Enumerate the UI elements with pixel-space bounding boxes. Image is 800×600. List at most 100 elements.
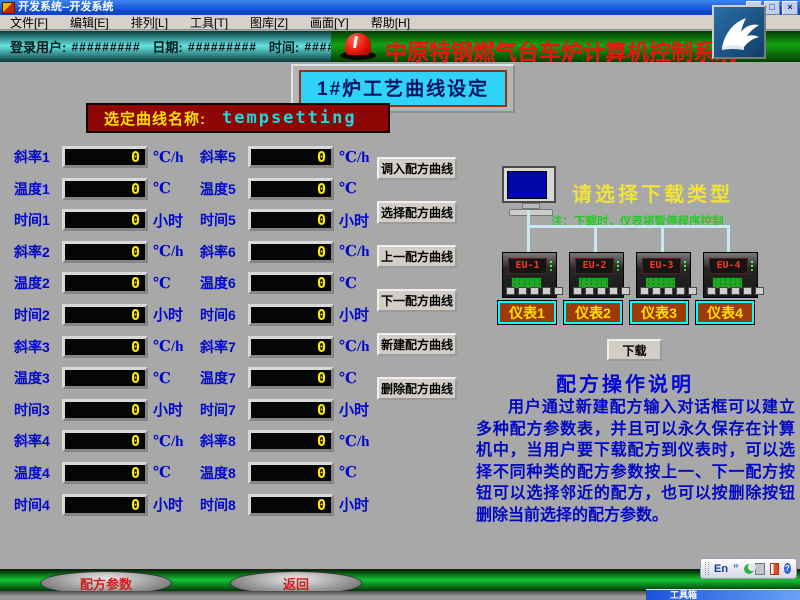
curve-name-value: tempsetting	[222, 108, 357, 128]
param-unit: 小时	[153, 304, 183, 325]
param-label: 时间5	[200, 210, 248, 230]
ime-pad-icon[interactable]	[770, 563, 779, 575]
close-button[interactable]: ×	[782, 1, 798, 15]
param-value-input[interactable]: 0	[62, 336, 148, 358]
next-recipe-button[interactable]: 下一配方曲线	[377, 289, 457, 312]
param-value-input[interactable]: 0	[248, 494, 334, 516]
instrument-display: EU-1	[508, 258, 547, 274]
param-value-input[interactable]: 0	[62, 304, 148, 326]
param-value-input[interactable]: 0	[62, 178, 148, 200]
param-label: 斜率8	[200, 431, 248, 451]
instrument-eu1-icon: EU-1	[502, 252, 557, 298]
param-value-input[interactable]: 0	[62, 209, 148, 231]
param-label: 温度3	[14, 368, 62, 388]
param-value-input[interactable]: 0	[62, 430, 148, 452]
param-row: 时间60小时	[200, 304, 369, 326]
new-recipe-button[interactable]: 新建配方曲线	[377, 333, 457, 356]
menu-bar: 文件[F] 编辑[E] 排列[L] 工具[T] 图库[Z] 画面[Y] 帮助[H…	[0, 15, 800, 30]
param-label: 温度8	[200, 463, 248, 483]
prev-recipe-button[interactable]: 上一配方曲线	[377, 245, 457, 268]
param-value-input[interactable]: 0	[62, 367, 148, 389]
param-row: 时间70小时	[200, 399, 369, 421]
instrument-row: EU-1 EU-2 EU-3 EU-4	[502, 252, 758, 298]
param-row: 斜率10℃/h	[14, 146, 183, 168]
param-row: 斜率70℃/h	[200, 336, 369, 358]
network-line	[527, 225, 730, 228]
menu-screen[interactable]: 画面[Y]	[310, 14, 349, 31]
instructions-body: 用户通过新建配方输入对话框可以建立多种配方参数表，并且可以永久保存在计算机中，当…	[476, 397, 795, 526]
meter4-button[interactable]: 仪表4	[696, 301, 754, 324]
param-label: 温度6	[200, 273, 248, 293]
menu-gallery[interactable]: 图库[Z]	[250, 14, 288, 31]
menu-help[interactable]: 帮助[H]	[371, 14, 410, 31]
param-value-input[interactable]: 0	[248, 241, 334, 263]
network-line	[527, 228, 530, 252]
param-unit: ℃	[339, 179, 357, 198]
param-label: 时间1	[14, 210, 62, 230]
delete-recipe-button[interactable]: 删除配方曲线	[377, 377, 457, 400]
param-unit: ℃/h	[339, 148, 369, 167]
menu-edit[interactable]: 编辑[E]	[70, 14, 109, 31]
param-row: 时间20小时	[14, 304, 183, 326]
param-label: 斜率4	[14, 431, 62, 451]
param-row: 温度40℃	[14, 462, 183, 484]
param-label: 斜率3	[14, 337, 62, 357]
soft-keyboard-icon[interactable]	[755, 563, 765, 575]
param-value-input[interactable]: 0	[62, 462, 148, 484]
param-unit: 小时	[339, 210, 369, 231]
toolbox-window-titlebar[interactable]: 工具箱	[646, 589, 800, 600]
param-row: 斜率80 ℃/h	[200, 430, 369, 452]
param-value-input[interactable]: 0	[62, 146, 148, 168]
download-button[interactable]: 下载	[607, 339, 662, 361]
ime-marks-icon[interactable]: ”	[733, 565, 739, 573]
param-unit: ℃	[153, 369, 171, 388]
param-label: 时间6	[200, 305, 248, 325]
computer-icon	[502, 166, 560, 216]
param-value-input[interactable]: 0	[62, 399, 148, 421]
param-value-input[interactable]: 0	[248, 462, 334, 484]
param-label: 时间2	[14, 305, 62, 325]
param-row: 时间50小时	[200, 209, 369, 231]
param-value-input[interactable]: 0	[248, 178, 334, 200]
param-value-input[interactable]: 0	[62, 494, 148, 516]
param-value-input[interactable]: 0	[248, 367, 334, 389]
param-unit: 小时	[339, 304, 369, 325]
param-label: 温度5	[200, 179, 248, 199]
param-unit: ℃/h	[339, 432, 369, 451]
param-unit: 小时	[153, 399, 183, 420]
param-label: 时间7	[200, 400, 248, 420]
param-row: 温度10℃	[14, 178, 183, 200]
param-label: 温度7	[200, 368, 248, 388]
param-value-input[interactable]: 0	[62, 272, 148, 294]
param-value-input[interactable]: 0	[62, 241, 148, 263]
recipe-button-column: 调入配方曲线 选择配方曲线 上一配方曲线 下一配方曲线 新建配方曲线 删除配方曲…	[377, 157, 457, 400]
login-user-label: 登录用户:	[10, 37, 66, 56]
param-value-input[interactable]: 0	[248, 146, 334, 168]
meter2-button[interactable]: 仪表2	[564, 301, 622, 324]
param-value-input[interactable]: 0	[248, 336, 334, 358]
param-label: 温度4	[14, 463, 62, 483]
param-value-input[interactable]: 0	[248, 304, 334, 326]
menu-arrange[interactable]: 排列[L]	[131, 14, 168, 31]
param-value-input[interactable]: 0	[248, 430, 334, 452]
param-value-input[interactable]: 0	[248, 209, 334, 231]
help-icon[interactable]: ?	[784, 563, 791, 574]
param-value-input[interactable]: 0	[248, 272, 334, 294]
load-recipe-button[interactable]: 调入配方曲线	[377, 157, 457, 180]
menu-file[interactable]: 文件[F]	[10, 14, 48, 31]
param-label: 温度1	[14, 179, 62, 199]
param-row: 温度20℃	[14, 272, 183, 294]
instrument-display: EU-4	[709, 258, 748, 274]
ime-mode-icon[interactable]	[744, 564, 751, 574]
param-value-input[interactable]: 0	[248, 399, 334, 421]
language-bar-grip[interactable]	[705, 562, 709, 575]
meter3-button[interactable]: 仪表3	[630, 301, 688, 324]
menu-tools[interactable]: 工具[T]	[190, 14, 228, 31]
meter1-button[interactable]: 仪表1	[498, 301, 556, 324]
application-window: 开发系统--开发系统 – □ × 文件[F] 编辑[E] 排列[L] 工具[T]…	[0, 0, 800, 600]
restore-button[interactable]: □	[764, 1, 780, 15]
select-recipe-button[interactable]: 选择配方曲线	[377, 201, 457, 224]
param-row: 时间80小时	[200, 494, 369, 516]
language-indicator[interactable]: En	[714, 563, 728, 575]
language-bar: En ” ?	[700, 558, 797, 579]
